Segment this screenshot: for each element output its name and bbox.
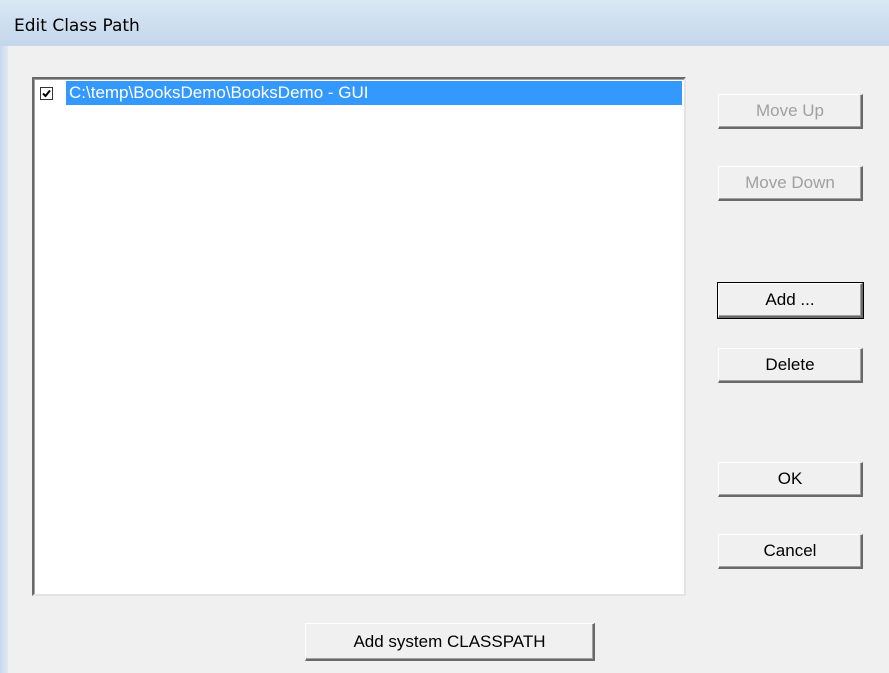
delete-button[interactable]: Delete <box>718 348 863 383</box>
cancel-button[interactable]: Cancel <box>718 534 863 569</box>
add-button[interactable]: Add ... <box>717 282 864 319</box>
title-bar[interactable]: Edit Class Path <box>0 0 889 46</box>
add-system-classpath-button[interactable]: Add system CLASSPATH <box>305 623 595 661</box>
checkmark-icon <box>42 89 51 98</box>
list-item-label: C:\temp\BooksDemo\BooksDemo - GUI <box>66 81 682 105</box>
classpath-list[interactable]: C:\temp\BooksDemo\BooksDemo - GUI <box>32 77 686 596</box>
window-title: Edit Class Path <box>14 16 140 36</box>
checkbox[interactable] <box>40 87 53 100</box>
move-down-button[interactable]: Move Down <box>718 166 863 201</box>
window-frame-left <box>0 46 8 673</box>
ok-button[interactable]: OK <box>718 462 863 497</box>
list-item[interactable]: C:\temp\BooksDemo\BooksDemo - GUI <box>36 81 682 105</box>
move-up-button[interactable]: Move Up <box>718 94 863 129</box>
